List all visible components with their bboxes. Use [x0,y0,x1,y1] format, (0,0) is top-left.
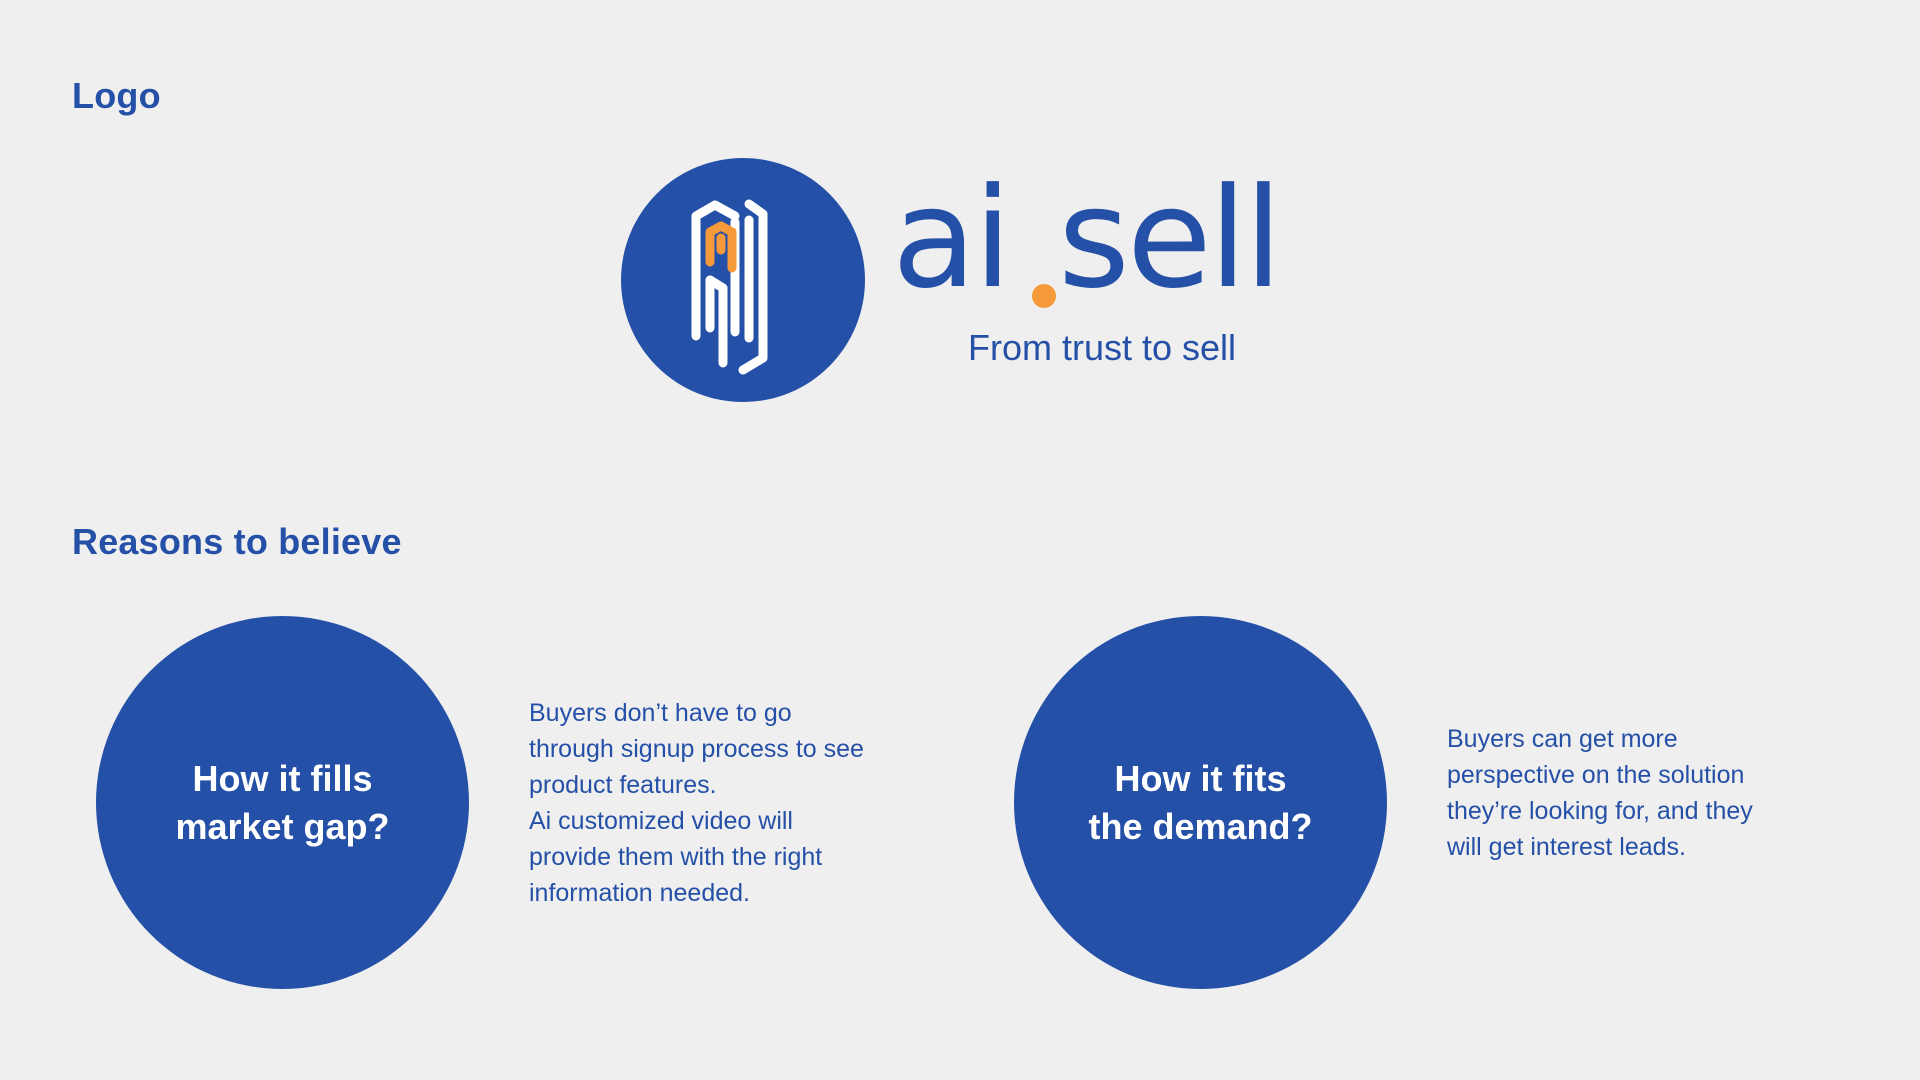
reasons-section-heading: Reasons to believe [72,521,402,562]
demand-fit-description: Buyers can get more perspective on the s… [1447,721,1827,865]
market-gap-question: How it fills market gap? [175,757,390,847]
reason-line: perspective on the solution [1447,761,1745,789]
market-gap-circle: How it fills market gap? [96,616,469,989]
reason-line: they’re looking for, and they [1447,797,1753,825]
market-gap-description: Buyers don’t have to go through signup p… [529,695,929,911]
reason-line: through signup process to see [529,735,864,763]
reason-line: information needed. [529,879,750,907]
reason-line: Buyers can get more [1447,725,1678,753]
brand-tagline: From trust to sell [968,327,1237,368]
reason-line: Ai customized video will [529,807,793,835]
wordmark-sell: sell [1058,158,1282,319]
logo-section-heading: Logo [72,75,161,116]
demand-fit-question: How it fits the demand? [1088,757,1313,847]
brand-wordmark: ai sell [888,164,1308,314]
wordmark-ai: ai [892,158,1012,319]
wordmark-accent-dot [1032,284,1056,308]
reason-line: product features. [529,771,717,799]
reason-line: will get interest leads. [1447,833,1687,861]
reason-line: Buyers don’t have to go [529,699,792,727]
demand-fit-circle: How it fits the demand? [1014,616,1387,989]
brand-logo-icon [621,158,865,402]
reason-line: provide them with the right [529,843,823,871]
